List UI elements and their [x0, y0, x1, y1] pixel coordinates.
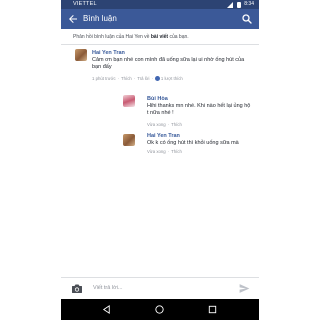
like-button[interactable]: Thích: [121, 76, 132, 81]
comments-content: Phản hồi bình luận của Hai Yen về bài vi…: [61, 29, 259, 287]
comment-author[interactable]: Hai Yen Tran: [147, 133, 180, 139]
camera-icon[interactable]: [71, 283, 83, 294]
status-bar: VIETTEL 8:34: [61, 0, 259, 9]
recents-icon[interactable]: [207, 304, 218, 315]
subheader-prefix: Phản hồi bình luận của Hai Yen về: [73, 34, 151, 40]
app-bar: Bình luận: [61, 9, 259, 29]
comment-time: Vừa xong: [147, 149, 166, 154]
comment-meta: Vừa xong · Thích: [147, 149, 182, 154]
comment-time: 1 phút trước: [92, 76, 116, 81]
comment-meta: 1 phút trước · Thích · Trả lời · 1 lượt thích: [92, 75, 183, 81]
comment-text: Cảm ơn bạn nhé con mình đã uống sữa lại …: [92, 57, 245, 70]
phone-screen: VIETTEL 8:34 Bình luận Phản hồi bình luậ…: [61, 0, 259, 320]
likes-count[interactable]: 1 lượt thích: [161, 76, 183, 81]
back-icon[interactable]: [101, 304, 112, 315]
thread-subheader: Phản hồi bình luận của Hai Yen về bài vi…: [73, 34, 189, 40]
avatar[interactable]: [75, 49, 87, 61]
android-nav-bar: [61, 299, 259, 320]
battery-icon: [237, 1, 242, 8]
comment-author[interactable]: Hai Yen Tran: [92, 50, 125, 56]
carrier-label: VIETTEL: [73, 1, 97, 7]
post-link[interactable]: bài viết: [151, 34, 168, 40]
like-button[interactable]: Thích: [171, 149, 182, 154]
reply-input[interactable]: Viết trả lời...: [93, 278, 123, 299]
search-icon[interactable]: [241, 13, 253, 25]
subheader-suffix: của bạn.: [168, 34, 189, 40]
like-button[interactable]: Thích: [171, 122, 182, 127]
comment-meta: Vừa xong · Thích: [147, 122, 182, 127]
status-icons: 8:34: [227, 0, 254, 9]
reply-button[interactable]: Trả lời: [137, 76, 149, 81]
avatar[interactable]: [123, 95, 135, 107]
comment-author[interactable]: Bùi Hòa: [147, 96, 168, 102]
avatar[interactable]: [123, 134, 135, 146]
arrow-back-icon[interactable]: [67, 13, 79, 25]
comment-time: Vừa xong: [147, 122, 166, 127]
clock: 8:34: [244, 1, 254, 7]
reply-composer: Viết trả lời...: [61, 277, 259, 299]
send-icon[interactable]: [238, 282, 251, 295]
home-icon[interactable]: [154, 304, 165, 315]
divider: [61, 44, 259, 45]
comment-text: Ok k có ống hút thì khỏi uống sữa mà: [147, 140, 239, 146]
comment-text: Hihi thanks mn nhé. Khi nào hết lại ủng …: [147, 103, 251, 116]
page-title: Bình luận: [83, 14, 117, 23]
like-badge-icon: [154, 75, 160, 81]
signal-icon: [227, 1, 234, 8]
